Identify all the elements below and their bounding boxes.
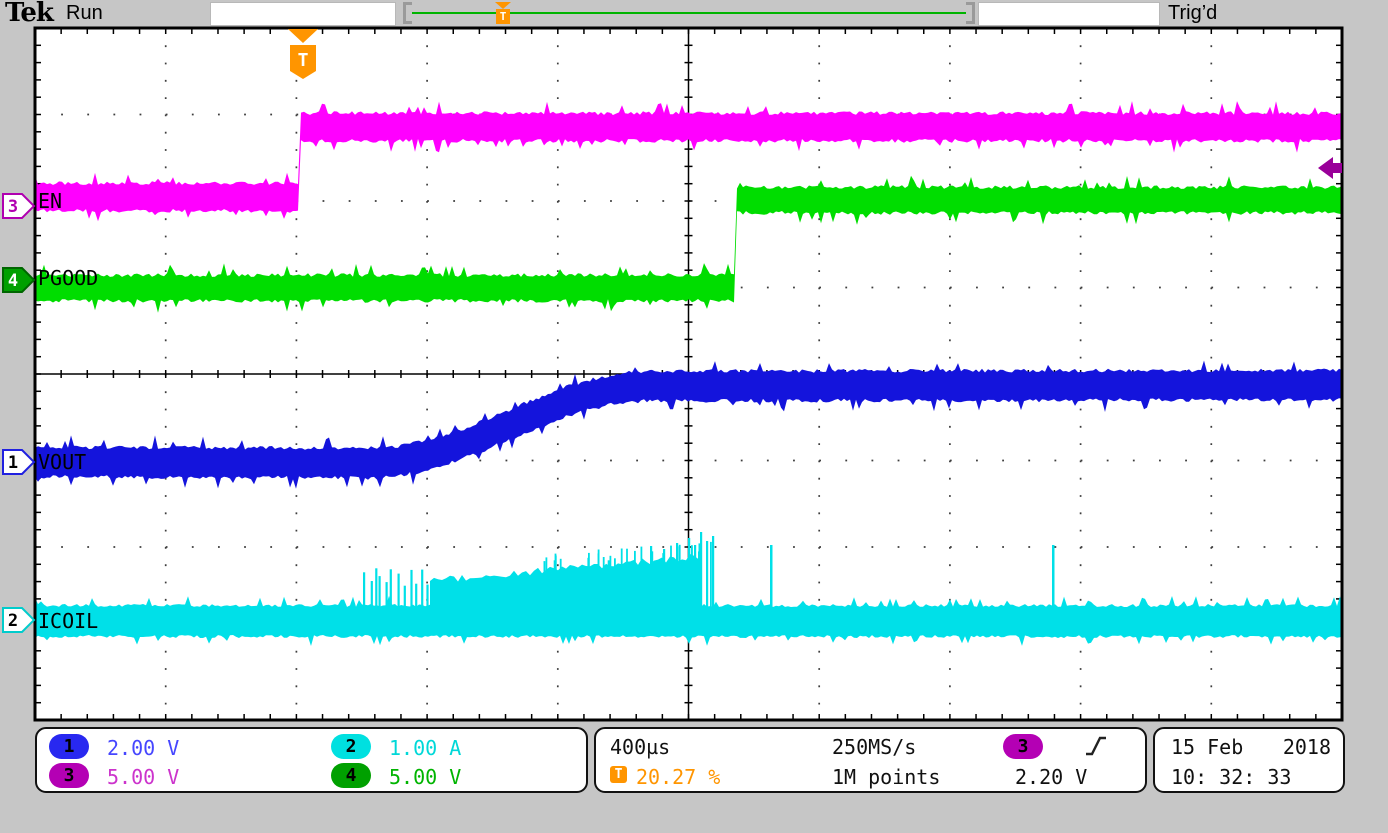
channel-marker-2: 2 — [3, 608, 34, 632]
ch3-badge: 3 — [49, 763, 89, 788]
ch1-scale: 2.00 V — [107, 736, 179, 760]
trigger-position: 20.27 % — [636, 765, 720, 789]
ch2-scale: 1.00 A — [389, 736, 461, 760]
ch1-badge: 1 — [49, 734, 89, 759]
timebase: 400µs — [610, 735, 670, 759]
time: 10: 32: 33 — [1171, 765, 1291, 789]
svg-text:1: 1 — [8, 453, 18, 473]
record-length: 1M points — [832, 765, 940, 789]
ch3-scale: 5.00 V — [107, 765, 179, 789]
ch4-scale: 5.00 V — [389, 765, 461, 789]
trigger-level: 2.20 V — [1015, 765, 1087, 789]
trace-label-pgood: PGOOD — [38, 266, 98, 290]
channel-marker-3: 3 — [3, 194, 34, 218]
channel-marker-4: 4 — [3, 268, 34, 292]
trigger-flag-t-icon: T — [298, 50, 309, 71]
trace-label-icoil: ICOIL — [38, 609, 98, 633]
datetime-readout: 15 Feb 2018 10: 32: 33 — [1153, 727, 1345, 793]
svg-text:2: 2 — [8, 611, 18, 631]
channel-scale-readout: 1 2.00 V 2 1.00 A 3 5.00 V 4 5.00 V — [35, 727, 588, 793]
ch4-badge: 4 — [331, 763, 371, 788]
horizontal-trigger-readout: 400µs T 20.27 % 250MS/s 1M points 3 2.20… — [594, 727, 1147, 793]
svg-text:3: 3 — [8, 197, 18, 217]
svg-text:4: 4 — [8, 271, 18, 291]
date: 15 Feb — [1171, 735, 1243, 759]
trace-label-en: EN — [38, 189, 62, 213]
trigger-source-badge: 3 — [1003, 734, 1043, 759]
scope-display: T 3 4 1 2 EN PGOOD VOUT ICOIL — [0, 0, 1388, 833]
sample-rate: 250MS/s — [832, 735, 916, 759]
year: 2018 — [1283, 735, 1331, 759]
channel-marker-1: 1 — [3, 450, 34, 474]
rising-slope-icon — [1083, 733, 1109, 759]
trace-label-vout: VOUT — [38, 450, 86, 474]
trigger-t-icon: T — [610, 766, 627, 783]
ch2-badge: 2 — [331, 734, 371, 759]
